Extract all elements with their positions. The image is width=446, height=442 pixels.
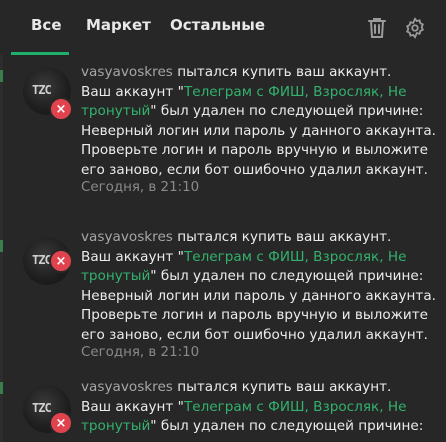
text-prefix: Ваш аккаунт " xyxy=(81,248,184,265)
avatar-logo: TZC xyxy=(32,401,52,415)
username[interactable]: vasyavoskres xyxy=(81,379,173,395)
edge-marker xyxy=(0,70,3,82)
notification-text: vasyavoskres пытался купить ваш аккаунт.… xyxy=(81,63,437,180)
text-prefix: Ваш аккаунт " xyxy=(81,398,184,415)
text-prefix: Ваш аккаунт " xyxy=(81,83,184,100)
notification-text: vasyavoskres пытался купить ваш аккаунт.… xyxy=(81,228,437,345)
timestamp: Сегодня, в 21:10 xyxy=(81,345,200,360)
notification-action: пытался купить ваш аккаунт. xyxy=(172,229,392,245)
notification-text: vasyavoskres пытался купить ваш аккаунт.… xyxy=(81,378,437,437)
error-badge-icon: × xyxy=(49,411,73,435)
tab-all[interactable]: Все xyxy=(31,16,62,34)
avatar-logo: TZC xyxy=(32,253,52,267)
error-badge-icon: × xyxy=(49,249,73,273)
text-reason: " был удален по следующей причине: xyxy=(150,418,424,434)
notification-action: пытался купить ваш аккаунт. xyxy=(172,64,392,80)
notification-feed[interactable]: TZC × vasyavoskres пытался купить ваш ак… xyxy=(0,55,446,442)
username[interactable]: vasyavoskres xyxy=(81,229,173,245)
edge-marker xyxy=(0,382,3,394)
tab-other[interactable]: Остальные xyxy=(170,16,265,34)
gear-icon[interactable] xyxy=(404,16,426,40)
avatar-logo: TZC xyxy=(32,83,52,97)
notifications-header: Все Маркет Остальные xyxy=(0,0,446,55)
username[interactable]: vasyavoskres xyxy=(81,64,173,80)
error-badge-icon: × xyxy=(49,97,73,121)
edge-marker xyxy=(0,240,3,252)
tab-market[interactable]: Маркет xyxy=(86,16,151,34)
timestamp: Сегодня, в 21:10 xyxy=(81,180,200,195)
notification-action: пытался купить ваш аккаунт. xyxy=(172,379,392,395)
trash-icon[interactable] xyxy=(366,16,388,40)
